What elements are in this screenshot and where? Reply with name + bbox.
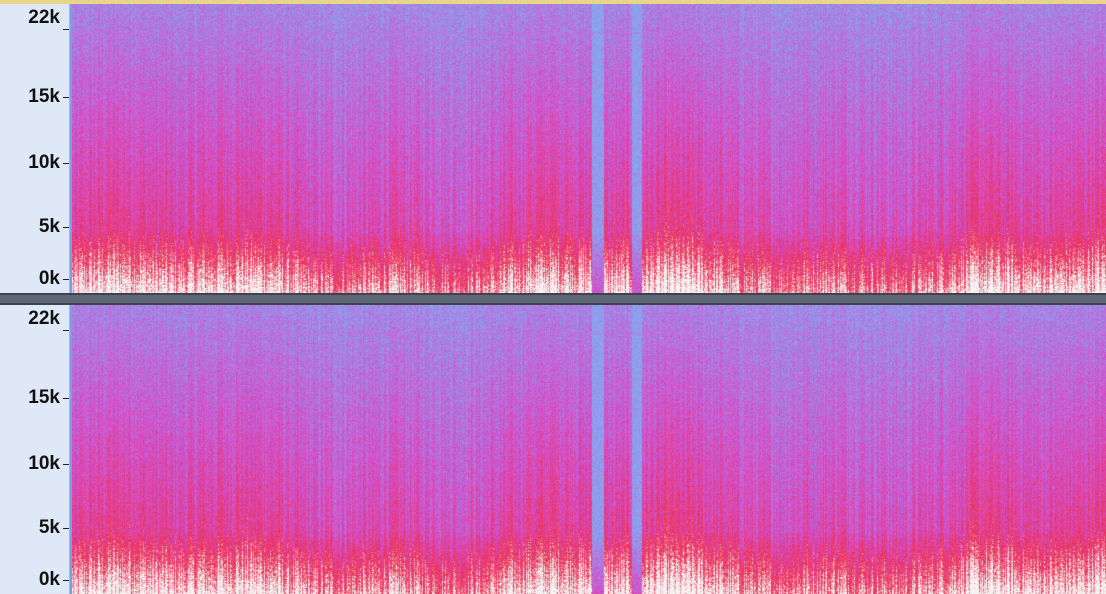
tick-label: 5k — [38, 517, 60, 538]
frequency-ruler[interactable]: 22k 15k 10k 5k 0k — [0, 4, 70, 293]
frequency-ruler[interactable]: 22k 15k 10k 5k 0k — [0, 305, 70, 594]
spectrogram-display[interactable] — [72, 305, 1106, 594]
tick-label: 10k — [28, 453, 60, 474]
spectrogram-channel-right[interactable]: 22k 15k 10k 5k 0k — [0, 305, 1106, 594]
tick-mark — [63, 97, 69, 98]
tick-label: 15k — [28, 387, 60, 408]
tick-mark — [63, 464, 69, 465]
tick-mark — [63, 279, 69, 280]
tick-label: 0k — [38, 569, 60, 590]
tick-label: 22k — [28, 308, 60, 329]
tick-label: 10k — [28, 152, 60, 173]
tick-mark — [63, 29, 69, 30]
track-separator[interactable] — [0, 293, 1106, 305]
spectrogram-display[interactable] — [72, 4, 1106, 293]
tick-label: 0k — [38, 268, 60, 289]
tick-label: 5k — [38, 216, 60, 237]
tick-mark — [63, 398, 69, 399]
tick-label: 15k — [28, 86, 60, 107]
tick-mark — [63, 227, 69, 228]
tick-label: 22k — [28, 7, 60, 28]
tick-mark — [63, 330, 69, 331]
spectrogram-channel-left[interactable]: 22k 15k 10k 5k 0k — [0, 4, 1106, 293]
tick-mark — [63, 580, 69, 581]
tick-mark — [63, 528, 69, 529]
tick-mark — [63, 163, 69, 164]
